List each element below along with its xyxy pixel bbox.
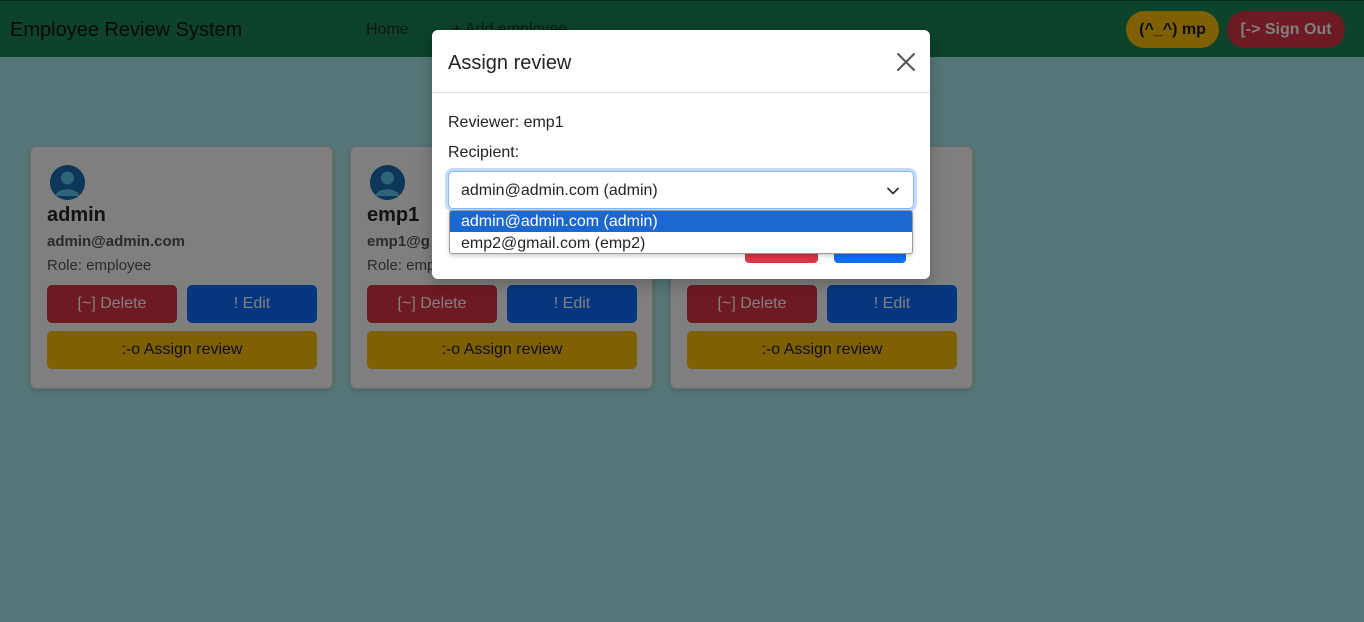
recipient-select-value: admin@admin.com (admin) <box>461 182 658 199</box>
modal-title: Assign review <box>448 52 572 74</box>
recipient-option-admin[interactable]: admin@admin.com (admin) <box>450 211 912 232</box>
reviewer-text: Reviewer: emp1 <box>448 114 564 131</box>
recipient-label: Recipient: <box>448 144 520 161</box>
recipient-option-emp2[interactable]: emp2@gmail.com (emp2) <box>450 233 912 253</box>
recipient-select[interactable]: admin@admin.com (admin) <box>448 171 914 209</box>
chevron-down-icon <box>887 187 899 195</box>
close-icon[interactable] <box>896 52 916 72</box>
modal-header: Assign review <box>432 30 930 93</box>
recipient-dropdown-list: admin@admin.com (admin) emp2@gmail.com (… <box>449 210 913 254</box>
